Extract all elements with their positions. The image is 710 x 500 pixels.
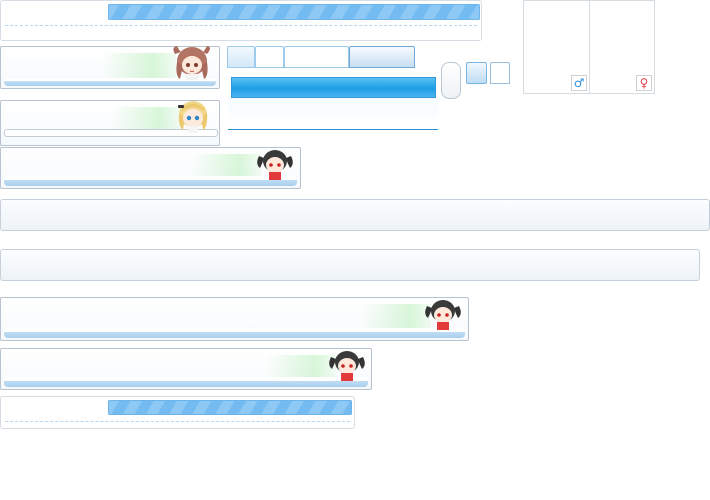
- gender-option-female[interactable]: ♀: [589, 0, 655, 94]
- rounded-button[interactable]: [441, 62, 461, 99]
- divider: [5, 421, 350, 422]
- square-button-outline[interactable]: [490, 62, 510, 84]
- male-icon: ♂: [571, 75, 587, 91]
- divider: [5, 25, 477, 26]
- tab-3[interactable]: [284, 46, 349, 68]
- square-button[interactable]: [466, 62, 487, 84]
- gender-option-male[interactable]: ♂: [523, 0, 590, 94]
- chibi-blonde-girl-icon: [178, 101, 208, 133]
- card-base: [4, 328, 465, 338]
- chibi-black-twintail-girl-icon: [329, 351, 365, 381]
- character-card-5[interactable]: [0, 348, 372, 390]
- progress-panel-top: [0, 0, 482, 41]
- character-card-4[interactable]: [0, 297, 469, 341]
- empty-bar-2: [0, 249, 700, 281]
- card-base: [4, 377, 368, 387]
- progress-bar-top: [108, 4, 480, 20]
- tab-2[interactable]: [255, 46, 284, 68]
- female-icon: ♀: [636, 75, 652, 91]
- character-card-1[interactable]: [0, 46, 220, 89]
- content-underline: [228, 98, 438, 130]
- card-glow: [191, 154, 261, 178]
- progress-bar-bottom: [108, 400, 352, 415]
- chibi-brown-hair-girl-icon: [173, 46, 210, 80]
- chibi-black-twintail-girl-icon: [257, 150, 293, 180]
- tab-4[interactable]: [349, 46, 415, 68]
- tab-1[interactable]: [227, 46, 255, 68]
- card-glow: [361, 304, 431, 330]
- character-card-3[interactable]: [0, 147, 301, 189]
- card-glow: [266, 355, 336, 379]
- character-card-2[interactable]: [0, 100, 220, 146]
- empty-bar-1: [0, 199, 710, 231]
- header-bar: [231, 77, 436, 98]
- progress-panel-bottom: [0, 396, 355, 429]
- chibi-black-twintail-girl-icon: [425, 300, 461, 330]
- card-base: [4, 176, 297, 186]
- card-glow: [101, 53, 176, 78]
